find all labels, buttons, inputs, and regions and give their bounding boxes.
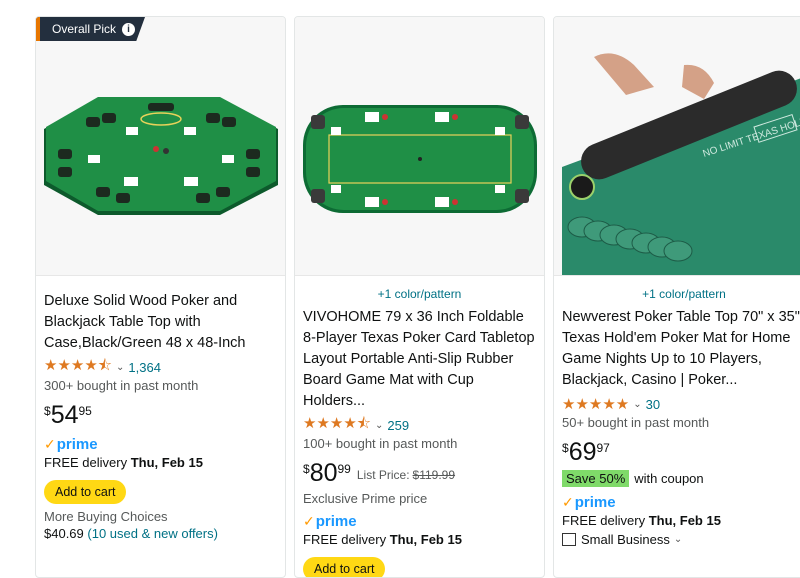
chevron-down-icon[interactable]: ⌄: [633, 399, 641, 410]
storefront-icon: [562, 533, 576, 546]
color-pattern-link[interactable]: +1 color/pattern: [303, 285, 536, 303]
product-card-3[interactable]: NO LIMIT TEXAS HOLD'EM +1 color/pattern …: [553, 16, 800, 578]
coupon-badge: Save 50%: [562, 470, 630, 487]
prime-check-icon: ✓: [44, 435, 56, 452]
prime-badge: ✓ prime: [562, 493, 800, 511]
offers-link[interactable]: (10 used & new offers): [87, 526, 218, 541]
price-symbol: $: [562, 441, 569, 455]
rating[interactable]: ★★★★⯪ ⌄ 1,364: [44, 357, 277, 375]
prime-label: prime: [574, 493, 616, 511]
delivery-info: FREE delivery Thu, Feb 15: [562, 513, 800, 528]
star-rating-icon: ★★★★★: [562, 396, 630, 413]
info-icon[interactable]: i: [122, 22, 136, 36]
rating-count[interactable]: 259: [387, 418, 409, 433]
delivery-date: Thu, Feb 15: [130, 455, 203, 470]
bought-count: 100+ bought in past month: [303, 436, 458, 451]
delivery-info: FREE delivery Thu, Feb 15: [44, 455, 277, 470]
prime-badge: ✓ prime: [303, 512, 536, 530]
rating-count[interactable]: 1,364: [128, 360, 161, 375]
delivery-prefix: FREE delivery: [562, 513, 649, 528]
chevron-down-icon[interactable]: ⌄: [116, 362, 124, 373]
product-title[interactable]: Deluxe Solid Wood Poker and Blackjack Ta…: [44, 291, 277, 354]
prime-badge: ✓ prime: [44, 435, 277, 453]
overall-pick-badge: Overall Pick i: [36, 17, 146, 41]
divider: [36, 275, 285, 276]
list-price-label: List Price:: [356, 468, 410, 482]
price-symbol: $: [303, 462, 310, 476]
coupon[interactable]: Save 50% with coupon: [562, 470, 800, 487]
poker-table-top: [46, 97, 276, 211]
star-rating-icon: ★★★★⯪: [303, 414, 371, 432]
list-price: List Price: $119.99: [357, 468, 455, 482]
prime-check-icon: ✓: [303, 512, 315, 529]
delivery-info: FREE delivery Thu, Feb 15: [303, 532, 536, 547]
product-card-1[interactable]: Overall Pick i Deluxe Solid Wood Poker a…: [35, 16, 286, 578]
product-image[interactable]: [295, 17, 544, 275]
divider: [554, 275, 800, 276]
badge-label: Overall Pick: [52, 22, 117, 36]
bought-count: 300+ bought in past month: [44, 378, 199, 393]
star-rating-icon: ★★★★⯪: [44, 356, 112, 374]
price[interactable]: $ 54 95: [44, 401, 277, 429]
list-price-value: $119.99: [412, 468, 456, 482]
price[interactable]: $ 69 97: [562, 438, 800, 466]
product-image[interactable]: NO LIMIT TEXAS HOLD'EM: [554, 17, 800, 275]
product-title[interactable]: VIVOHOME 79 x 36 Inch Foldable 8-Player …: [303, 307, 536, 412]
delivery-prefix: FREE delivery: [44, 455, 131, 470]
rating[interactable]: ★★★★★ ⌄ 30: [562, 396, 800, 413]
divider: [295, 275, 544, 276]
product-image[interactable]: [36, 17, 285, 275]
coupon-text: with coupon: [634, 471, 704, 486]
price-symbol: $: [44, 404, 51, 418]
price[interactable]: $ 80 99 List Price: $119.99: [303, 459, 536, 487]
price-fraction: 99: [337, 462, 351, 476]
small-business-label: Small Business: [581, 532, 670, 547]
delivery-date: Thu, Feb 15: [389, 532, 462, 547]
color-pattern-link[interactable]: +1 color/pattern: [562, 285, 800, 303]
prime-label: prime: [315, 512, 357, 530]
price-whole: 80: [309, 459, 338, 487]
rating-count[interactable]: 30: [646, 397, 660, 412]
delivery-prefix: FREE delivery: [303, 532, 390, 547]
used-offers[interactable]: $40.69 (10 used & new offers): [44, 526, 277, 541]
add-to-cart-button[interactable]: Add to cart: [44, 480, 127, 504]
more-buying-choices: More Buying Choices: [44, 509, 168, 524]
bought-count: 50+ bought in past month: [562, 415, 710, 430]
offer-price: $40.69: [44, 526, 84, 541]
add-to-cart-button[interactable]: Add to cart: [303, 557, 386, 577]
rating[interactable]: ★★★★⯪ ⌄ 259: [303, 415, 536, 433]
chevron-down-icon[interactable]: ⌄: [674, 534, 682, 545]
hands: [594, 53, 654, 95]
prime-label: prime: [56, 435, 98, 453]
price-fraction: 95: [78, 404, 92, 418]
exclusive-prime-price: Exclusive Prime price: [303, 491, 428, 506]
price-whole: 69: [568, 438, 597, 466]
prime-check-icon: ✓: [562, 493, 574, 510]
price-whole: 54: [50, 401, 79, 429]
small-business-badge[interactable]: Small Business ⌄: [562, 532, 800, 547]
product-card-2[interactable]: +1 color/pattern VIVOHOME 79 x 36 Inch F…: [294, 16, 545, 578]
price-fraction: 97: [596, 441, 610, 455]
chevron-down-icon[interactable]: ⌄: [375, 420, 383, 431]
product-title[interactable]: Newverest Poker Table Top 70" x 35", Tex…: [562, 307, 800, 391]
delivery-date: Thu, Feb 15: [648, 513, 721, 528]
